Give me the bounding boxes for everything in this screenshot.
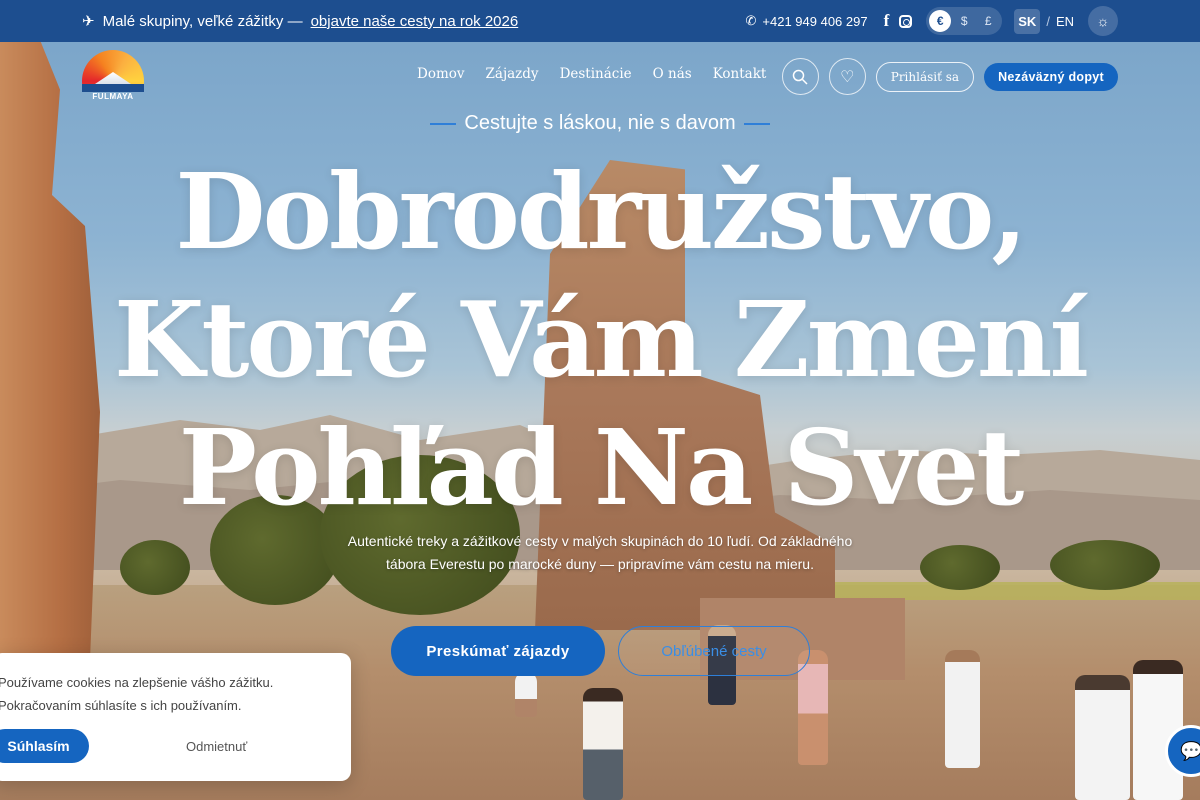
search-icon[interactable] bbox=[781, 58, 819, 95]
decline-cookies-button[interactable]: Odmietnuť bbox=[186, 739, 247, 754]
cookie-consent-banner: Používame cookies na zlepšenie vášho záž… bbox=[0, 653, 351, 781]
facebook-icon[interactable]: f bbox=[884, 11, 890, 31]
tagline-text: Cestujte s láskou, nie s davom bbox=[464, 112, 736, 134]
nav-item-destinations[interactable]: Destinácie bbox=[560, 66, 632, 82]
nav-item-home[interactable]: Domov bbox=[417, 66, 465, 82]
hero-headline: Dobrodružstvo, Ktoré Vám Zmení Pohľad Na… bbox=[114, 150, 1089, 529]
nav-item-contact[interactable]: Kontakt bbox=[713, 66, 767, 82]
cookie-message-line2: Pokračovaním súhlasíte s ich používaním. bbox=[0, 698, 242, 713]
tree bbox=[120, 540, 190, 595]
accept-cookies-button[interactable]: Súhlasím bbox=[0, 729, 89, 763]
main-navigation: Domov Zájazdy Destinácie O nás Kontakt bbox=[417, 66, 766, 82]
topbar-utilities: ✆ +421 949 406 297 f € $ £ SK / EN ☼ bbox=[745, 0, 1118, 42]
promo-link[interactable]: objavte naše cesty na rok 2026 bbox=[311, 13, 519, 30]
sun-icon[interactable]: ☼ bbox=[1088, 6, 1118, 36]
promo-banner: ✈ Malé skupiny, veľké zážitky — objavte … bbox=[82, 12, 519, 31]
tourist-figure bbox=[945, 650, 980, 768]
logo-text: FULMAYA bbox=[92, 92, 134, 101]
tourist-figure bbox=[515, 672, 537, 717]
tagline-dash-right bbox=[743, 122, 770, 125]
favorite-trips-button[interactable]: Obľúbené cesty bbox=[618, 626, 810, 676]
lang-sk[interactable]: SK bbox=[1014, 8, 1041, 34]
lang-separator: / bbox=[1046, 13, 1050, 29]
heart-icon[interactable]: ♡ bbox=[828, 58, 866, 95]
currency-usd[interactable]: $ bbox=[953, 10, 975, 32]
hero-tagline: Cestujte s láskou, nie s davom bbox=[0, 112, 1200, 135]
phone-number: +421 949 406 297 bbox=[762, 13, 868, 29]
login-button[interactable]: Prihlásiť sa bbox=[875, 61, 975, 92]
hero-subtitle: Autentické treky a zážitkové cesty v mal… bbox=[347, 533, 853, 572]
site-logo[interactable]: FULMAYA bbox=[82, 50, 144, 102]
nav-item-tours[interactable]: Zájazdy bbox=[486, 66, 539, 82]
currency-eur[interactable]: € bbox=[929, 10, 952, 32]
phone-contact[interactable]: ✆ +421 949 406 297 bbox=[745, 13, 867, 29]
inquiry-button[interactable]: Nezáväzný dopyt bbox=[984, 62, 1118, 91]
logo-base-bar bbox=[82, 84, 144, 92]
tourist-figure bbox=[1075, 675, 1130, 800]
promo-text: Malé skupiny, veľké zážitky — bbox=[102, 12, 303, 30]
instagram-icon[interactable] bbox=[899, 14, 913, 28]
nav-item-about[interactable]: O nás bbox=[653, 66, 692, 82]
currency-gbp[interactable]: £ bbox=[977, 10, 999, 32]
social-links: f bbox=[884, 11, 913, 31]
tourist-figure bbox=[583, 688, 623, 800]
explore-tours-button[interactable]: Preskúmať zájazdy bbox=[391, 626, 605, 676]
currency-switcher: € $ £ bbox=[926, 7, 1003, 35]
top-announcement-bar: ✈ Malé skupiny, veľké zážitky — objavte … bbox=[0, 0, 1200, 42]
header-actions: ♡ Prihlásiť sa Nezáväzný dopyt bbox=[781, 58, 1118, 95]
phone-icon: ✆ bbox=[745, 13, 757, 28]
paper-plane-icon: ✈ bbox=[82, 13, 95, 30]
tagline-dash-left bbox=[430, 122, 457, 125]
cookie-message-line1: Používame cookies na zlepšenie vášho záž… bbox=[0, 675, 274, 690]
language-switcher: SK / EN bbox=[1014, 8, 1074, 34]
tree bbox=[1050, 540, 1160, 590]
lang-en[interactable]: EN bbox=[1056, 14, 1074, 29]
tree bbox=[920, 545, 1000, 590]
